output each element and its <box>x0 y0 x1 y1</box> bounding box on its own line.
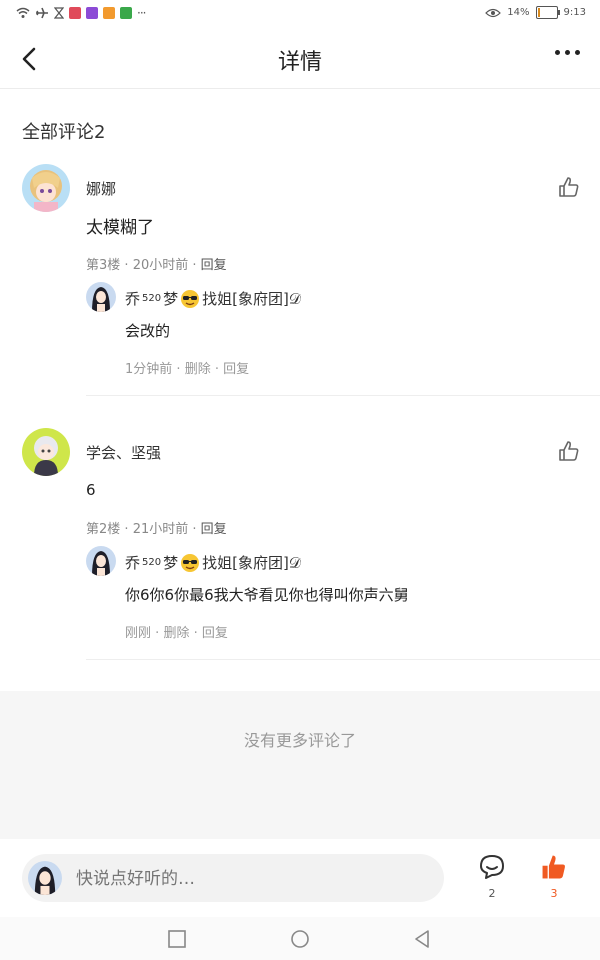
comment-floor: 第3楼 <box>86 258 121 273</box>
airplane-icon <box>36 7 48 19</box>
no-more-comments-text: 没有更多评论了 <box>243 731 356 750</box>
status-more-icon: ··· <box>137 6 147 20</box>
meta-separator: · <box>124 522 129 537</box>
reply-author-mid: 梦 <box>163 554 179 572</box>
reply-author-prefix: 乔 <box>125 554 141 572</box>
recent-apps-icon[interactable] <box>167 929 187 949</box>
comment-floor: 第2楼 <box>86 522 121 537</box>
comment-meta: 第3楼 · 20小时前 · 回复 <box>86 254 227 273</box>
thumbs-up-filled-icon <box>542 855 565 879</box>
comment-item: 娜娜 太模糊了 第3楼 · 20小时前 · 回复 乔 520 梦 找姐[象府团]𝒟 … <box>0 160 600 396</box>
comment-item: 学会、坚强 6 第2楼 · 21小时前 · 回复 乔 520 梦 找姐[象府团]𝒟 … <box>0 424 600 660</box>
reply-button[interactable]: 回复 <box>223 362 249 377</box>
reply-text: 你6你6你最6我大爷看见你也得叫你声六舅 <box>125 586 409 604</box>
home-icon[interactable] <box>290 929 310 949</box>
reply-meta: 刚刚 · 删除 · 回复 <box>125 622 228 641</box>
comment-meta: 第2楼 · 21小时前 · 回复 <box>86 518 227 537</box>
status-bar-left: ··· <box>16 6 147 20</box>
avatar[interactable] <box>22 428 70 476</box>
reply-time: 刚刚 <box>125 626 152 641</box>
avatar[interactable] <box>22 164 70 212</box>
more-dots-icon[interactable] <box>555 50 580 55</box>
wifi-icon <box>16 7 30 18</box>
comment-author[interactable]: 娜娜 <box>86 178 116 199</box>
comment-count: 2 <box>488 887 496 900</box>
sunglasses-emoji-icon <box>181 553 200 572</box>
reply-author-mid: 梦 <box>163 290 179 308</box>
avatar[interactable] <box>86 546 116 576</box>
battery-icon <box>535 6 560 19</box>
comment-time: 20小时前 <box>132 258 189 273</box>
battery-percent: 14% <box>507 7 530 18</box>
comment-time: 21小时前 <box>132 522 189 537</box>
comment-count-button[interactable]: 2 <box>476 853 508 900</box>
like-count: 3 <box>550 887 558 900</box>
reply-time: 1分钟前 <box>125 362 173 377</box>
avatar[interactable] <box>86 282 116 312</box>
list-footer: 没有更多评论了 <box>0 691 600 839</box>
comment-bubble-icon <box>480 855 504 879</box>
meta-separator: · <box>176 362 181 377</box>
app-icon-green <box>120 7 132 19</box>
comment-text: 6 <box>86 481 96 499</box>
reply-button[interactable]: 回复 <box>201 258 227 273</box>
page-title: 详情 <box>277 50 322 75</box>
reply-button[interactable]: 回复 <box>202 626 228 641</box>
delete-button[interactable]: 删除 <box>185 362 211 377</box>
meta-separator: · <box>192 258 197 273</box>
clock: 9:13 <box>563 7 586 18</box>
thumbs-up-icon[interactable] <box>558 176 580 198</box>
avatar <box>28 861 62 895</box>
app-icon-red <box>69 7 81 19</box>
reply-text: 会改的 <box>125 322 171 340</box>
hourglass-icon <box>54 7 64 19</box>
meta-separator: · <box>155 626 160 641</box>
reply-author-prefix: 乔 <box>125 290 141 308</box>
sunglasses-emoji-icon <box>181 289 200 308</box>
meta-separator: · <box>192 522 197 537</box>
reply-author[interactable]: 乔 520 梦 找姐[象府团]𝒟 <box>125 552 301 573</box>
meta-separator: · <box>214 362 219 377</box>
thumbs-up-icon[interactable] <box>558 440 580 462</box>
reply-author-sup: 520 <box>142 293 162 304</box>
reply-meta: 1分钟前 · 删除 · 回复 <box>125 358 249 377</box>
status-bar-right: 14% 9:13 <box>485 6 586 19</box>
back-triangle-icon[interactable] <box>412 929 432 949</box>
battery-fill <box>537 8 541 17</box>
like-count-button[interactable]: 3 <box>538 853 570 900</box>
comments-count-header: 全部评论2 <box>22 122 106 143</box>
delete-button[interactable]: 删除 <box>163 626 189 641</box>
reply-author[interactable]: 乔 520 梦 找姐[象府团]𝒟 <box>125 288 301 309</box>
divider <box>86 659 600 660</box>
reply-author-suffix: 找姐[象府团]𝒟 <box>202 554 301 572</box>
nav-bar: 详情 <box>0 28 600 89</box>
meta-separator: · <box>124 258 129 273</box>
comment-author[interactable]: 学会、坚强 <box>86 442 161 463</box>
reply-button[interactable]: 回复 <box>201 522 227 537</box>
comment-input-wrapper[interactable] <box>22 854 444 902</box>
reply-author-sup: 520 <box>142 557 162 568</box>
app-icon-purple <box>86 7 98 19</box>
app-icon-orange <box>103 7 115 19</box>
system-navigation-bar <box>0 917 600 960</box>
divider <box>86 395 600 396</box>
meta-separator: · <box>193 626 198 641</box>
status-bar: ··· 14% 9:13 <box>0 0 600 28</box>
comment-input[interactable] <box>74 862 438 896</box>
eye-icon <box>485 8 502 17</box>
comment-input-bar: 2 3 <box>0 839 600 917</box>
reply-author-suffix: 找姐[象府团]𝒟 <box>202 290 301 308</box>
comment-text: 太模糊了 <box>86 218 154 238</box>
